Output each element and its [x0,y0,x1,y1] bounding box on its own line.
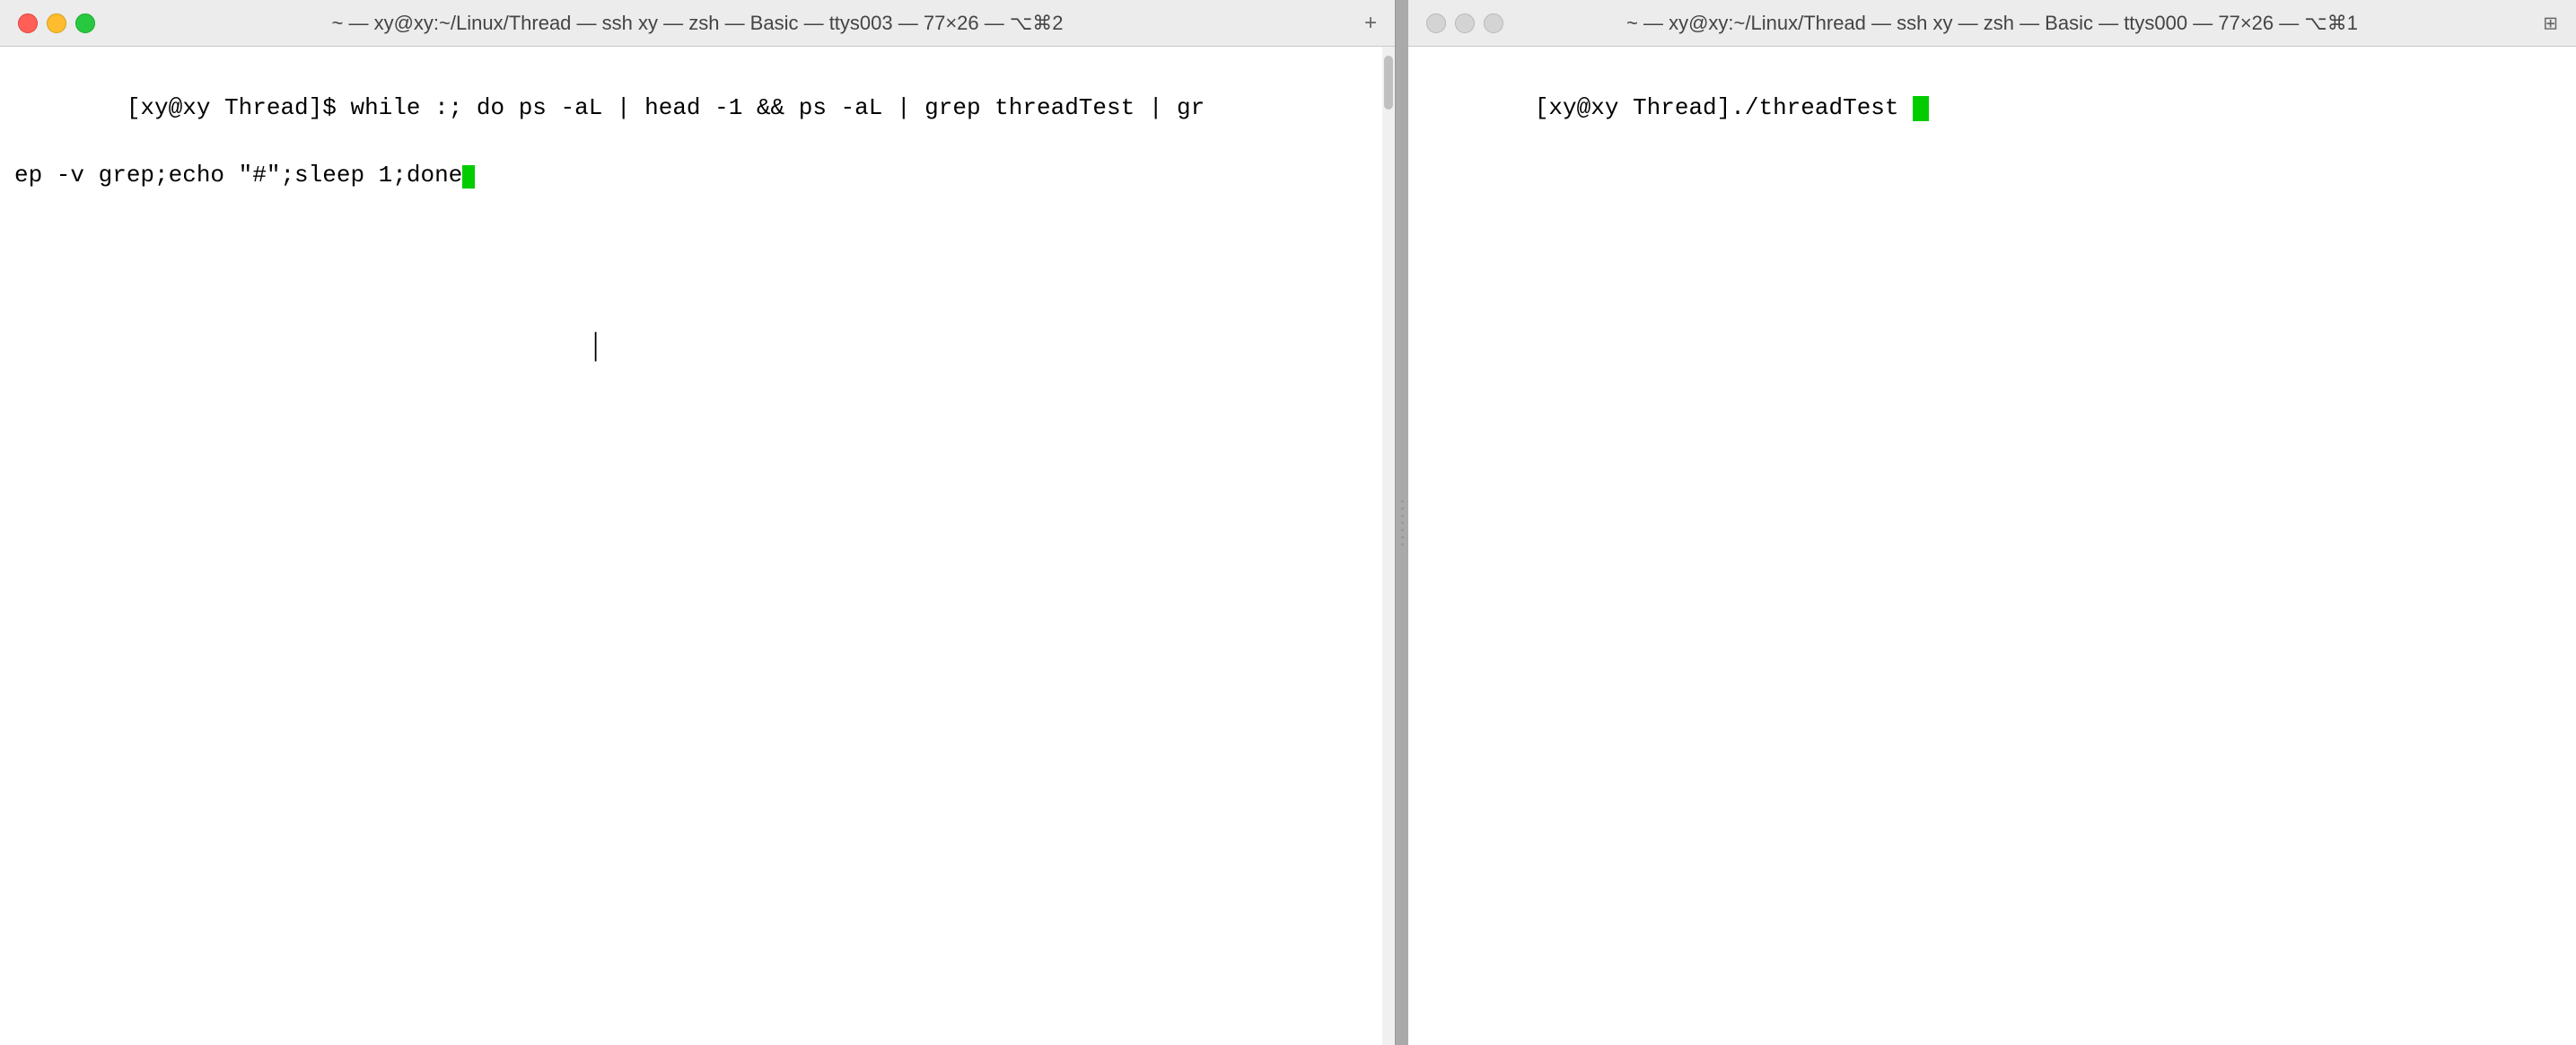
close-button-right[interactable] [1426,13,1446,33]
maximize-button-left[interactable] [75,13,95,33]
scrollbar-thumb-left[interactable] [1384,56,1393,110]
traffic-lights-right [1426,13,1503,33]
minimize-button-left[interactable] [47,13,66,33]
divider-dots [1401,500,1404,546]
traffic-lights-left [18,13,95,33]
titlebar-left: ~ — xy@xy:~/Linux/Thread — ssh xy — zsh … [0,0,1395,47]
prompt-right: [xy@xy Thread] [1535,94,1730,121]
maximize-button-right[interactable] [1484,13,1503,33]
window-title-right: ~ — xy@xy:~/Linux/Thread — ssh xy — zsh … [1626,12,2358,35]
window-divider [1396,0,1408,1045]
scrollbar-left[interactable] [1382,47,1395,1045]
prompt-left: [xy@xy Thread]$ [127,94,351,121]
ibeam-cursor: | [592,325,599,363]
command-text-right: ./threadTest [1730,94,1913,121]
titlebar-right-controls-right: ⊞ [2543,12,2558,34]
terminal-content-left[interactable]: [xy@xy Thread]$ while :; do ps -aL | hea… [0,47,1395,1045]
titlebar-right-controls-left: + [1364,13,1377,34]
terminal-text-right: [xy@xy Thread]./threadTest [1423,57,2562,159]
window-left: ~ — xy@xy:~/Linux/Thread — ssh xy — zsh … [0,0,1396,1045]
minimize-button-right[interactable] [1455,13,1475,33]
titlebar-right: ~ — xy@xy:~/Linux/Thread — ssh xy — zsh … [1408,0,2576,47]
command-text-left-line2: ep -v grep;echo "#";sleep 1;done [14,162,462,189]
windows-container: ~ — xy@xy:~/Linux/Thread — ssh xy — zsh … [0,0,2576,1045]
cursor-left [462,165,475,189]
window-title-left: ~ — xy@xy:~/Linux/Thread — ssh xy — zsh … [332,12,1064,35]
split-tab-button-right[interactable]: ⊞ [2543,12,2558,34]
terminal-text-left: [xy@xy Thread]$ while :; do ps -aL | hea… [14,57,1377,226]
command-text-left: while :; do ps -aL | head -1 && ps -aL |… [350,94,1205,121]
cursor-right [1913,96,1929,121]
close-button-left[interactable] [18,13,38,33]
terminal-content-right[interactable]: [xy@xy Thread]./threadTest [1408,47,2576,1045]
window-right: ~ — xy@xy:~/Linux/Thread — ssh xy — zsh … [1408,0,2576,1045]
add-tab-button-left[interactable]: + [1364,13,1377,34]
